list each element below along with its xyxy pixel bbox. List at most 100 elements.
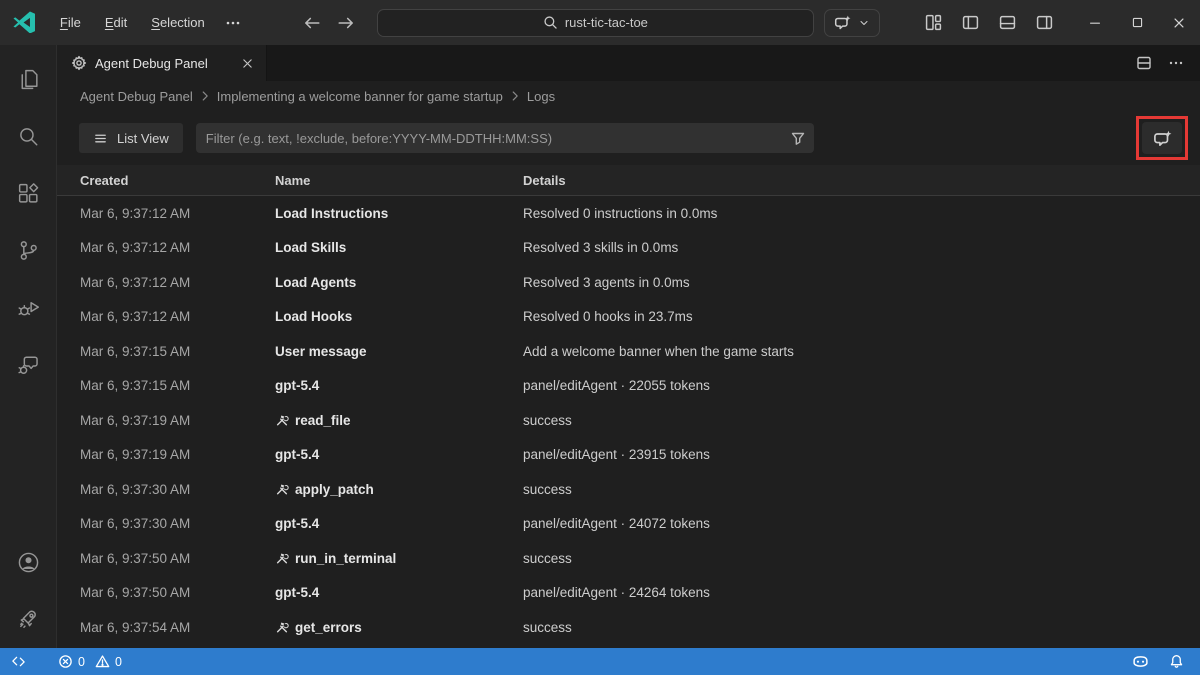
- row-created: Mar 6, 9:37:12 AM: [80, 205, 191, 221]
- row-details: Resolved 0 hooks in 23.7ms: [523, 309, 693, 325]
- tab-title: Agent Debug Panel: [95, 55, 208, 71]
- table-row[interactable]: Mar 6, 9:37:54 AM get_errors success: [57, 610, 1200, 645]
- list-view-button[interactable]: List View: [79, 123, 183, 153]
- logs-table: Created Name Details Mar 6, 9:37:12 AM L…: [57, 165, 1200, 648]
- split-editor-icon[interactable]: [1136, 55, 1152, 71]
- status-bar: 0 0: [0, 648, 1200, 675]
- close-window-button[interactable]: [1158, 0, 1200, 45]
- row-name: gpt-5.4: [275, 378, 320, 394]
- breadcrumb-chevron-icon: [508, 89, 522, 103]
- copilot-status-icon[interactable]: [1126, 648, 1155, 675]
- remote-indicator-icon[interactable]: [0, 648, 36, 675]
- table-row[interactable]: Mar 6, 9:37:30 AM apply_patch success: [57, 472, 1200, 507]
- error-icon: [59, 655, 72, 668]
- table-row[interactable]: Mar 6, 9:37:12 AM Load Instructions Reso…: [57, 196, 1200, 231]
- notifications-bell-icon[interactable]: [1163, 648, 1190, 675]
- row-created: Mar 6, 9:37:54 AM: [80, 619, 191, 635]
- row-details: panel/editAgent · 23915 tokens: [523, 447, 710, 463]
- row-details: panel/editAgent · 24264 tokens: [523, 585, 710, 601]
- toggle-secondary-sidebar-button[interactable]: [1033, 11, 1056, 34]
- forward-button[interactable]: [337, 14, 355, 32]
- maximize-button[interactable]: [1116, 0, 1158, 45]
- row-created: Mar 6, 9:37:12 AM: [80, 240, 191, 256]
- table-row[interactable]: Mar 6, 9:37:19 AM read_file success: [57, 403, 1200, 438]
- filter-input[interactable]: [195, 123, 814, 153]
- table-row[interactable]: Mar 6, 9:37:12 AM Load Skills Resolved 3…: [57, 231, 1200, 266]
- activity-item-explorer[interactable]: [0, 51, 57, 108]
- row-created: Mar 6, 9:37:15 AM: [80, 378, 191, 394]
- row-details: success: [523, 550, 572, 566]
- command-center-search[interactable]: rust-tic-tac-toe: [376, 8, 814, 37]
- column-header-name: Name: [275, 172, 311, 188]
- row-created: Mar 6, 9:37:15 AM: [80, 343, 191, 359]
- copilot-menu-button[interactable]: [824, 8, 880, 37]
- row-created: Mar 6, 9:37:19 AM: [80, 412, 191, 428]
- row-created: Mar 6, 9:37:30 AM: [80, 481, 191, 497]
- table-row[interactable]: Mar 6, 9:37:12 AM Load Agents Resolved 3…: [57, 265, 1200, 300]
- breadcrumb-item[interactable]: Agent Debug Panel: [80, 89, 193, 104]
- row-details: Resolved 3 agents in 0.0ms: [523, 274, 690, 290]
- explorer-icon: [16, 67, 41, 92]
- table-row[interactable]: Mar 6, 9:37:30 AM gpt-5.4 panel/editAgen…: [57, 507, 1200, 542]
- row-name: gpt-5.4: [275, 447, 320, 463]
- tab-close-icon[interactable]: [239, 55, 256, 72]
- minimize-button[interactable]: [1074, 0, 1116, 45]
- editor-more-actions-icon[interactable]: [1168, 55, 1184, 71]
- column-header-created: Created: [80, 172, 129, 188]
- row-name: gpt-5.4: [275, 585, 320, 601]
- vscode-window: File Edit Selection rust-tic-tac-toe Age…: [0, 0, 1200, 675]
- table-row[interactable]: Mar 6, 9:37:50 AM run_in_terminal succes…: [57, 541, 1200, 576]
- table-row[interactable]: Mar 6, 9:37:19 AM gpt-5.4 panel/editAgen…: [57, 438, 1200, 473]
- menu-selection[interactable]: Selection: [141, 11, 214, 34]
- tool-icon: [275, 620, 289, 634]
- back-button[interactable]: [303, 14, 321, 32]
- tab-agent-debug-panel[interactable]: Agent Debug Panel: [57, 45, 267, 81]
- row-name: Load Agents: [275, 274, 357, 290]
- run-and-debug-icon: [16, 295, 41, 320]
- row-details: Resolved 0 instructions in 0.0ms: [523, 205, 718, 221]
- breadcrumb-chevron-icon: [198, 89, 212, 103]
- breadcrumb-item[interactable]: Logs: [527, 89, 555, 104]
- problems-status[interactable]: 0 0: [50, 648, 130, 675]
- row-name: read_file: [275, 413, 523, 428]
- activity-item-search[interactable]: [0, 108, 57, 165]
- row-name: Load Hooks: [275, 309, 353, 325]
- warning-count: 0: [114, 654, 122, 669]
- row-created: Mar 6, 9:37:12 AM: [80, 309, 191, 325]
- activity-item-rocket[interactable]: [0, 591, 57, 648]
- row-created: Mar 6, 9:37:50 AM: [80, 585, 191, 601]
- table-row[interactable]: Mar 6, 9:37:15 AM User message Add a wel…: [57, 334, 1200, 369]
- chat-icon: [16, 352, 41, 377]
- menu-file[interactable]: File: [50, 11, 91, 34]
- row-details: panel/editAgent · 22055 tokens: [523, 378, 710, 394]
- customize-layout-button[interactable]: [922, 11, 945, 34]
- row-created: Mar 6, 9:37:30 AM: [80, 516, 191, 532]
- table-header: Created Name Details: [57, 165, 1200, 196]
- row-created: Mar 6, 9:37:19 AM: [80, 447, 191, 463]
- tool-icon: [275, 551, 289, 565]
- activity-item-accounts[interactable]: [0, 534, 57, 591]
- source-control-icon: [16, 238, 41, 263]
- toggle-panel-button[interactable]: [996, 11, 1019, 34]
- row-name: gpt-5.4: [275, 516, 320, 532]
- activity-item-source-control[interactable]: [0, 222, 57, 279]
- menu-more-button[interactable]: [215, 11, 251, 35]
- activity-item-extensions[interactable]: [0, 165, 57, 222]
- activity-item-chat[interactable]: [0, 336, 57, 393]
- menu-edit[interactable]: Edit: [95, 11, 137, 34]
- table-row[interactable]: Mar 6, 9:37:12 AM Load Hooks Resolved 0 …: [57, 300, 1200, 335]
- title-bar: File Edit Selection rust-tic-tac-toe: [0, 0, 1200, 45]
- breadcrumb: Agent Debug Panel Implementing a welcome …: [57, 81, 1200, 111]
- chevron-down-icon: [858, 17, 870, 29]
- table-row[interactable]: Mar 6, 9:37:50 AM gpt-5.4 panel/editAgen…: [57, 576, 1200, 611]
- activity-item-run-and-debug[interactable]: [0, 279, 57, 336]
- table-row[interactable]: Mar 6, 9:37:15 AM gpt-5.4 panel/editAgen…: [57, 369, 1200, 404]
- filter-funnel-icon[interactable]: [790, 130, 806, 146]
- tool-icon: [275, 482, 289, 496]
- open-chat-button[interactable]: [1142, 122, 1182, 154]
- toggle-primary-sidebar-button[interactable]: [959, 11, 982, 34]
- logs-toolbar: List View: [57, 111, 1200, 165]
- search-icon: [16, 124, 41, 149]
- breadcrumb-item[interactable]: Implementing a welcome banner for game s…: [217, 89, 503, 104]
- tool-icon: [275, 413, 289, 427]
